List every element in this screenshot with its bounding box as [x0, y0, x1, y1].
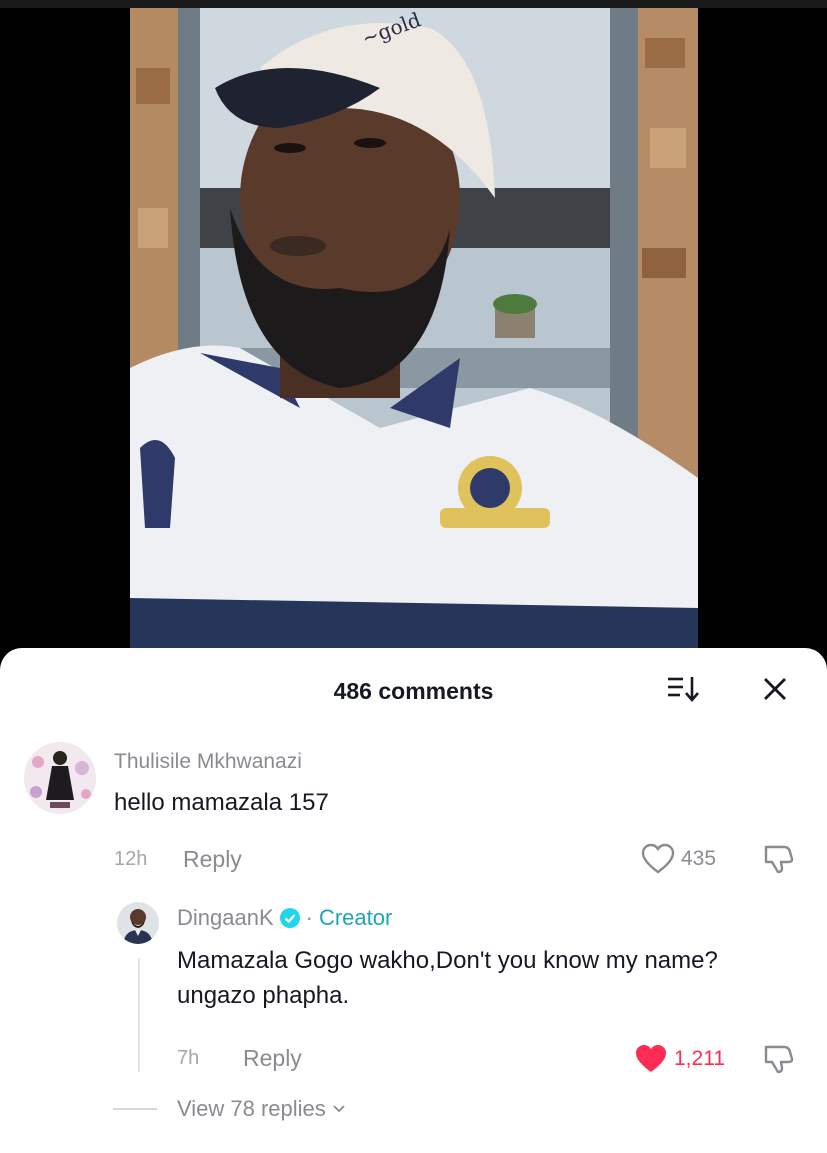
sort-icon: [668, 677, 699, 702]
reply-button[interactable]: Reply: [183, 846, 242, 873]
reply-time: 7h: [177, 1047, 200, 1069]
dislike-button[interactable]: [762, 1043, 796, 1075]
creator-badge: Creator: [318, 905, 393, 930]
view-replies-label: View 78 replies: [177, 1096, 326, 1121]
thumbs-down-icon: [764, 845, 794, 874]
heart-filled-icon: [636, 1045, 666, 1072]
commenter-avatar[interactable]: [24, 742, 96, 814]
comment-time: 12h: [114, 848, 148, 870]
close-icon: [764, 678, 786, 700]
dislike-button[interactable]: [762, 843, 796, 875]
commenter-username[interactable]: Thulisile Mkhwanazi: [114, 750, 302, 774]
avatar-image: [117, 902, 159, 944]
separator-dot: ·: [305, 905, 313, 930]
video-player[interactable]: ~gold: [0, 0, 827, 660]
chevron-down-icon: [333, 1105, 345, 1113]
video-frame: ~gold: [130, 8, 698, 660]
video-thumbnail: ~gold: [130, 8, 698, 660]
reply-button[interactable]: Reply: [243, 1045, 302, 1072]
verified-badge-icon: [279, 908, 300, 928]
view-replies-button[interactable]: View 78 replies: [177, 1096, 346, 1122]
like-count: 435: [681, 847, 717, 870]
comments-count-title: 486 comments: [333, 678, 494, 704]
like-button[interactable]: 1,211: [634, 1043, 725, 1075]
heart-icon: [641, 843, 675, 874]
reply-text: Mamazala Gogo wakho,Don't you know my na…: [177, 947, 718, 1009]
thumbs-down-icon: [764, 1045, 794, 1074]
sort-button[interactable]: [666, 674, 702, 704]
status-strip: [0, 0, 827, 8]
like-count: 1,211: [674, 1047, 725, 1070]
view-replies-divider: [113, 1108, 157, 1110]
creator-avatar[interactable]: [117, 902, 159, 944]
creator-username[interactable]: DingaanK: [177, 905, 274, 931]
avatar-image: [24, 742, 96, 814]
close-button[interactable]: [758, 672, 792, 706]
comments-sheet: 486 comments: [0, 648, 827, 1153]
comment-text: hello mamazala 157: [114, 789, 329, 816]
thread-line: [138, 958, 140, 1072]
like-button[interactable]: 435: [641, 843, 716, 875]
creator-header: DingaanK · Creator: [177, 905, 392, 931]
